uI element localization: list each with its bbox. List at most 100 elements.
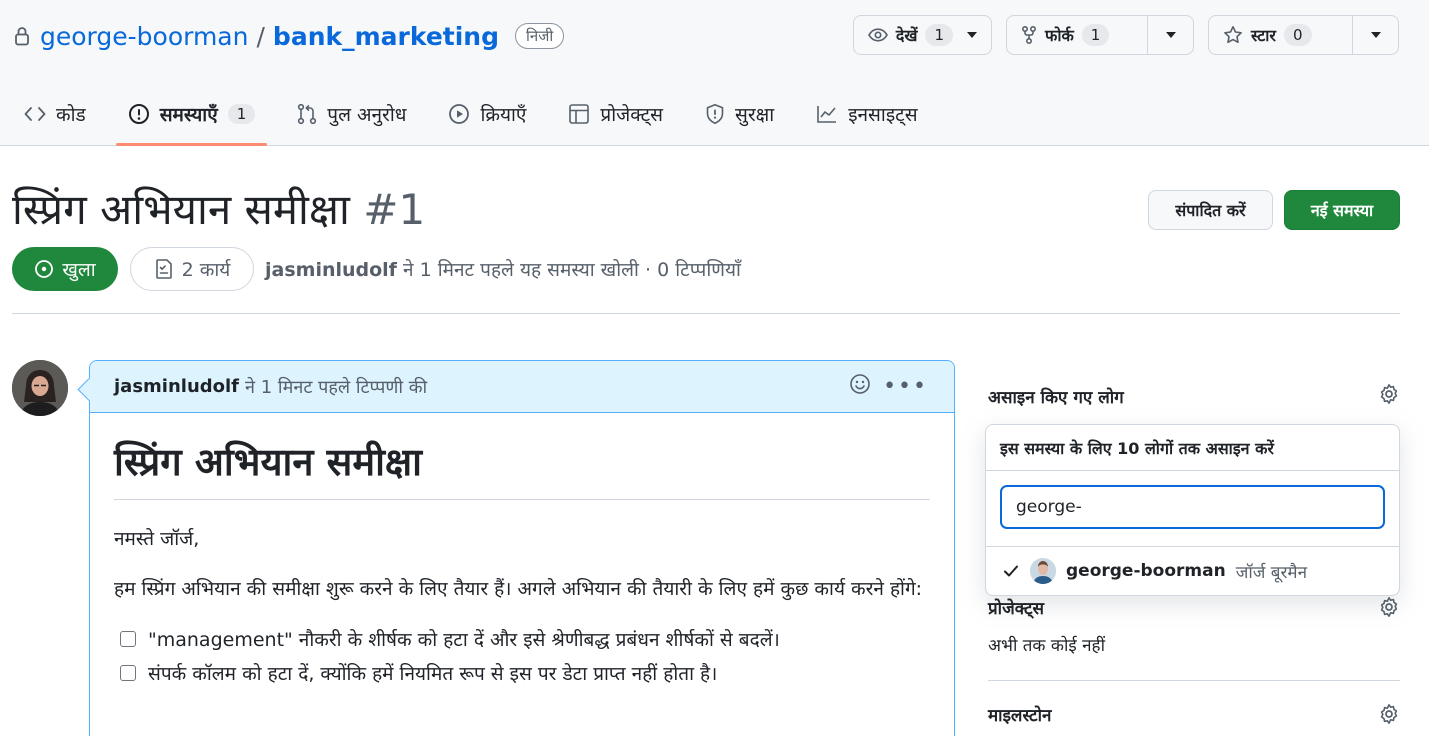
popover-filter	[986, 471, 1399, 547]
issue-meta-text: ने 1 मिनट पहले यह समस्या खोली · 0 टिप्पण…	[403, 259, 741, 281]
gear-icon[interactable]	[1378, 596, 1400, 622]
repo-name-link[interactable]: bank_marketing	[273, 22, 499, 51]
header-divider	[12, 313, 1400, 314]
comment-meta: ने 1 मिनट पहले टिप्पणी की	[245, 376, 428, 398]
issue-title-text: स्प्रिंग अभियान समीक्षा	[12, 185, 350, 234]
issue-icon	[128, 104, 149, 124]
tab-issues-count: 1	[227, 104, 256, 124]
tab-pull-requests-label: पुल अनुरोध	[327, 104, 407, 126]
repo-owner-link[interactable]: george-boorman	[40, 22, 248, 51]
issue-state-label: खुला	[62, 259, 96, 281]
task-item: संपर्क कॉलम को हटा दें, क्योंकि हमें निय…	[120, 656, 930, 690]
repo-header: george-boorman / bank_marketing निजी देख…	[0, 0, 1429, 146]
check-icon	[1004, 565, 1018, 577]
assignees-title: असाइन किए गए लोग	[988, 388, 1124, 408]
shield-icon	[706, 104, 724, 124]
assignee-option[interactable]: george-boorman जॉर्ज बूरमैन	[986, 547, 1399, 595]
comment-header: jasminludolf ने 1 मिनट पहले टिप्पणी की •…	[90, 361, 954, 413]
tab-pull-requests[interactable]: पुल अनुरोध	[285, 86, 418, 142]
tab-actions[interactable]: क्रियाएँ	[436, 86, 538, 142]
new-issue-button[interactable]: नई समस्या	[1284, 190, 1400, 230]
avatar[interactable]	[12, 360, 68, 416]
watch-count: 1	[925, 24, 953, 46]
fork-dropdown-button[interactable]	[1147, 16, 1193, 54]
watch-button[interactable]: देखें 1	[854, 16, 991, 54]
table-icon	[569, 104, 590, 124]
issue-open-icon	[35, 260, 54, 278]
graph-icon	[817, 106, 837, 123]
tab-code[interactable]: कोड	[12, 86, 98, 142]
comment-greeting: नमस्ते जॉर्ज,	[114, 528, 200, 550]
tasks-label: 2 कार्य	[181, 259, 231, 281]
issue-number: #1	[363, 185, 426, 234]
repo-actions: देखें 1 फोर्क 1 स्टार 0	[852, 15, 1399, 55]
chevron-down-icon	[1165, 32, 1176, 38]
sidebar-divider	[988, 680, 1400, 681]
fork-button[interactable]: फोर्क 1	[1007, 16, 1147, 54]
star-dropdown-button[interactable]	[1352, 16, 1398, 54]
comment-paragraph: हम स्प्रिंग अभियान की समीक्षा शुरू करने …	[114, 578, 923, 600]
fork-button-group: फोर्क 1	[1006, 15, 1194, 55]
tab-insights[interactable]: इनसाइट्स	[804, 86, 929, 142]
fork-count: 1	[1081, 24, 1110, 46]
edit-issue-button[interactable]: संपादित करें	[1148, 190, 1273, 230]
comment-tools: •••	[849, 373, 928, 400]
pull-request-icon	[298, 103, 317, 125]
tab-security[interactable]: सुरक्षा	[693, 86, 786, 142]
comment-body: स्प्रिंग अभियान समीक्षा नमस्ते जॉर्ज, हम…	[90, 413, 954, 712]
task-text: "management" नौकरी के शीर्षक को हटा दें …	[148, 629, 780, 651]
tab-actions-label: क्रियाएँ	[480, 104, 527, 126]
chevron-down-icon	[967, 32, 977, 38]
issue-author-link[interactable]: jasminludolf	[265, 259, 397, 281]
tab-projects[interactable]: प्रोजेक्ट्स	[556, 86, 675, 142]
fork-icon	[1021, 25, 1037, 45]
task-checkbox[interactable]	[120, 631, 136, 647]
issue-state-badge: खुला	[12, 247, 118, 291]
assignee-login: george-boorman	[1066, 561, 1226, 581]
task-item: "management" नौकरी के शीर्षक को हटा दें …	[120, 622, 930, 656]
gear-icon[interactable]	[1378, 383, 1400, 409]
projects-title: प्रोजेक्ट्स	[988, 599, 1045, 619]
issue-title: स्प्रिंग अभियान समीक्षा #1	[12, 180, 425, 237]
repo-nav-tabs: कोड समस्याएँ 1 पुल अनुरोध क्रियाएँ प्रोज…	[12, 86, 948, 146]
projects-section: प्रोजेक्ट्स अभी तक कोई नहीं	[988, 596, 1400, 656]
code-icon	[24, 107, 46, 121]
visibility-badge: निजी	[514, 23, 565, 49]
issue-meta: jasminludolf ने 1 मिनट पहले यह समस्या खो…	[265, 256, 741, 282]
comment-card: jasminludolf ने 1 मिनट पहले टिप्पणी की •…	[89, 360, 955, 736]
tab-projects-label: प्रोजेक्ट्स	[600, 104, 664, 126]
tab-insights-label: इनसाइट्स	[848, 104, 918, 126]
milestone-section: माइलस्टोन	[988, 703, 1400, 726]
eye-icon	[867, 28, 888, 42]
tab-issues[interactable]: समस्याएँ 1	[115, 86, 268, 146]
comment-author-link[interactable]: jasminludolf	[114, 376, 239, 397]
task-text: संपर्क कॉलम को हटा दें, क्योंकि हमें निय…	[148, 663, 718, 685]
gear-icon[interactable]	[1378, 703, 1400, 729]
fork-label: फोर्क	[1045, 26, 1074, 45]
tab-issues-label: समस्याएँ	[159, 104, 218, 126]
smiley-icon[interactable]	[849, 373, 871, 400]
chevron-down-icon	[1370, 32, 1381, 38]
tasks-badge[interactable]: 2 कार्य	[130, 247, 254, 291]
assignee-search-input[interactable]	[1000, 485, 1385, 529]
star-icon	[1224, 26, 1242, 44]
comment-heading: स्प्रिंग अभियान समीक्षा	[114, 435, 930, 500]
popover-title: इस समस्या के लिए 10 लोगों तक असाइन करें	[986, 425, 1399, 471]
tab-code-label: कोड	[56, 104, 86, 126]
assignees-section: असाइन किए गए लोग	[988, 383, 1400, 409]
repo-breadcrumb: george-boorman / bank_marketing निजी	[12, 16, 565, 56]
avatar	[1030, 558, 1056, 584]
tab-security-label: सुरक्षा	[735, 104, 775, 126]
star-count: 0	[1283, 24, 1312, 46]
watch-label: देखें	[895, 26, 918, 45]
watch-button-group: देखें 1	[852, 15, 992, 55]
task-checkbox[interactable]	[120, 665, 136, 681]
breadcrumb-separator: /	[256, 21, 265, 51]
star-label: स्टार	[1251, 26, 1276, 45]
star-button[interactable]: स्टार 0	[1209, 16, 1352, 54]
kebab-menu-icon[interactable]: •••	[883, 375, 928, 398]
play-icon	[449, 104, 470, 124]
star-button-group: स्टार 0	[1208, 15, 1399, 55]
checklist-icon	[155, 259, 172, 279]
lock-icon	[12, 25, 32, 47]
